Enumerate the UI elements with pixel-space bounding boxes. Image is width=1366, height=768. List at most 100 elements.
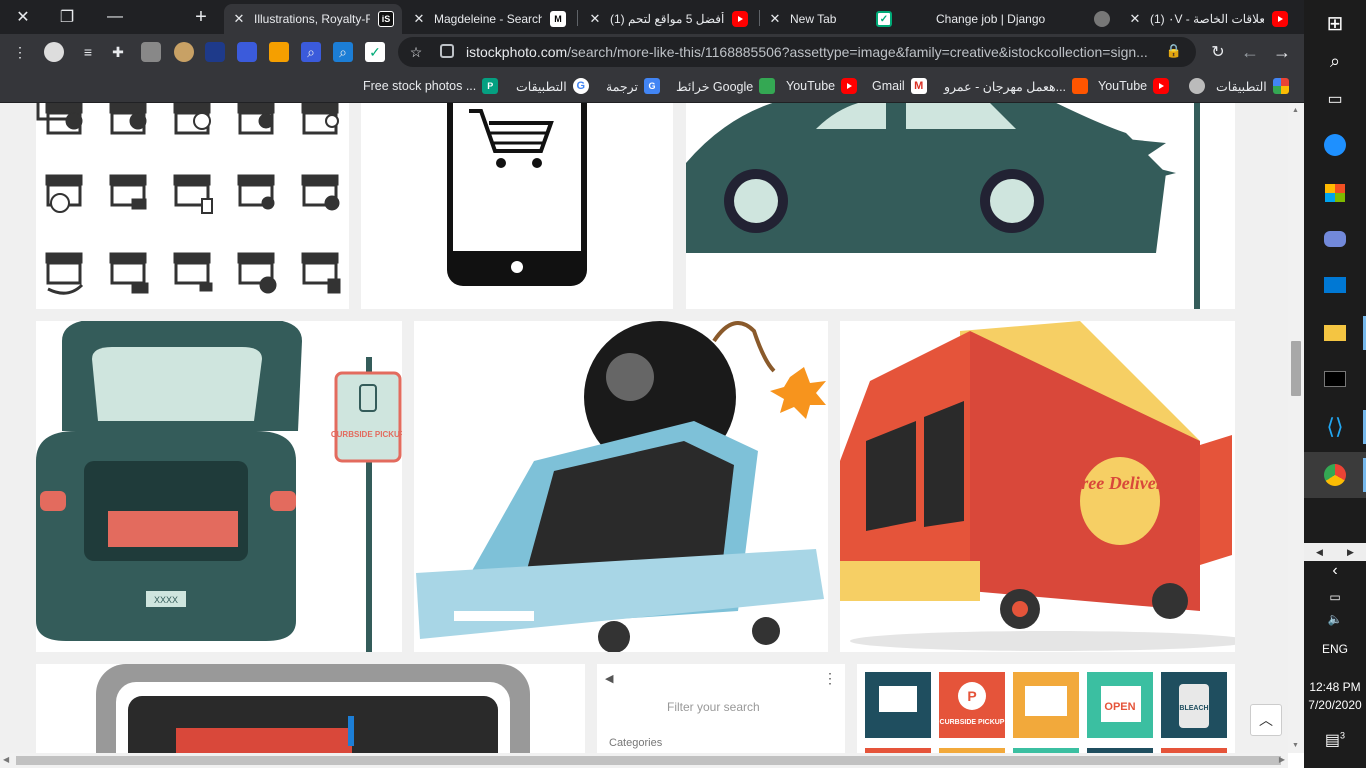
result-phone-cart[interactable] xyxy=(361,103,673,309)
task-view-icon[interactable]: ▭ xyxy=(1304,76,1366,122)
result-monitor[interactable] xyxy=(36,664,585,753)
open-sign-label: OPEN xyxy=(1104,701,1135,713)
scroll-to-top-button[interactable]: ︿ xyxy=(1250,704,1282,736)
result-bomb-car[interactable] xyxy=(414,321,828,652)
result-car-side[interactable] xyxy=(686,103,1235,309)
horizontal-scrollbar[interactable]: ◀ ▶ xyxy=(0,753,1288,768)
volume-icon[interactable]: 🔈 xyxy=(1304,612,1366,626)
mail-icon[interactable] xyxy=(1304,262,1366,308)
collapse-left-icon[interactable]: ◀ xyxy=(605,672,613,685)
tab-istock[interactable]: ✕ Illustrations, Royalty-Fr iS xyxy=(224,4,402,34)
checkbox-extension-icon[interactable]: ✓ xyxy=(365,42,385,62)
license-plate: XXXX xyxy=(154,595,178,605)
language-indicator[interactable]: ENG xyxy=(1304,642,1366,656)
back-icon[interactable]: ← xyxy=(1240,42,1260,62)
store-icon[interactable] xyxy=(1304,170,1366,216)
bookmark-free-stock[interactable]: Free stock photos ... P xyxy=(363,76,499,96)
battery-icon[interactable]: ▭ xyxy=(1304,590,1366,604)
tab-youtube-2[interactable]: ✕ (1) ٠V - العلاقات الخاصة xyxy=(1120,4,1296,34)
translate-icon: G xyxy=(644,78,661,94)
notification-count: 3 xyxy=(1340,730,1346,741)
close-icon[interactable]: ✕ xyxy=(232,11,246,27)
bookmark-apps-2[interactable]: التطبيقات G xyxy=(516,76,589,96)
scroll-left-icon[interactable]: ◀ xyxy=(3,755,9,764)
new-tab-button[interactable]: + xyxy=(178,0,224,34)
forward-icon[interactable]: → xyxy=(1272,42,1292,62)
bookmark-translate[interactable]: ترجمة G xyxy=(606,76,661,96)
bookmark-youtube[interactable]: YouTube xyxy=(1098,76,1206,96)
filter-search-input[interactable]: Filter your search xyxy=(667,700,760,714)
scroll-right-icon[interactable]: ▶ xyxy=(1279,755,1285,764)
tab-title: Change job | Django xyxy=(936,12,1046,26)
tab-youtube-1[interactable]: ✕ (1) أفضل 5 مواقع لتحم xyxy=(580,4,756,34)
bookmark-mahragan[interactable]: هعمل مهرجان - عمرو... xyxy=(944,76,1089,96)
result-store-icons[interactable] xyxy=(36,103,349,309)
notifications-icon[interactable]: ▤3 xyxy=(1304,730,1366,750)
result-delivery-truck[interactable]: Free Delivery xyxy=(840,321,1235,652)
window-close-button[interactable]: ✕ xyxy=(0,0,46,34)
cookie-extension-icon[interactable] xyxy=(174,42,194,62)
globe-favicon-icon xyxy=(1094,11,1110,27)
tab-title: (1) أفضل 5 مواقع لتحم xyxy=(610,12,724,26)
icon-tiles-illustration: P CURBSIDE PICKUP OPEN BLEACH xyxy=(865,672,1227,753)
close-icon[interactable]: ✕ xyxy=(768,11,782,27)
clock-time[interactable]: 12:48 PM xyxy=(1304,680,1366,694)
show-hidden-icons-icon[interactable]: ‹ xyxy=(1304,562,1366,580)
scroll-down-icon[interactable]: ▼ xyxy=(1292,742,1299,749)
tab-strip: ✕ ❐ — + ✕ Illustrations, Royalty-Fr iS ✕… xyxy=(0,0,1304,34)
close-icon[interactable]: ✕ xyxy=(412,11,426,27)
lock-icon: 🔒 xyxy=(1165,43,1182,58)
star-icon[interactable]: ☆ xyxy=(406,42,426,62)
file-explorer-icon[interactable] xyxy=(1304,310,1366,356)
extension-icon[interactable] xyxy=(269,42,289,62)
bookmark-apps[interactable]: التطبيقات xyxy=(1216,76,1289,96)
bookmark-google-maps[interactable]: خرائط Google xyxy=(676,76,776,96)
profile-avatar[interactable] xyxy=(44,42,64,62)
bookmarks-bar: التطبيقات YouTube هعمل مهرجان - عمرو... … xyxy=(0,70,1304,103)
tab-title: Magdeleine - Search xyxy=(434,12,542,26)
bomb-car-illustration xyxy=(416,321,826,652)
extension-icon[interactable] xyxy=(141,42,161,62)
extensions-puzzle-icon[interactable]: ✚ xyxy=(108,42,128,62)
tab-django[interactable]: Change job | Django xyxy=(928,4,1118,34)
vertical-scroll-thumb[interactable] xyxy=(1291,341,1301,396)
menu-kebab-icon[interactable]: ⋮ xyxy=(10,42,30,62)
tab-magdeleine[interactable]: ✕ Magdeleine - Search M xyxy=(404,4,574,34)
svg-text:P: P xyxy=(967,688,976,704)
bookmark-youtube-2[interactable]: YouTube xyxy=(786,76,858,96)
address-bar[interactable]: ☆ istockphoto.com/search/more-like-this/… xyxy=(398,37,1196,67)
site-info-icon[interactable] xyxy=(440,44,454,58)
extension-icon[interactable] xyxy=(237,42,257,62)
reload-icon[interactable]: ↻ xyxy=(1208,42,1228,62)
terminal-icon[interactable] xyxy=(1304,356,1366,402)
window-restore-button[interactable]: ❐ xyxy=(44,0,90,34)
close-icon[interactable]: ✕ xyxy=(1128,11,1142,27)
extension-icon[interactable] xyxy=(205,42,225,62)
search-extension-icon[interactable]: ⌕ xyxy=(333,42,353,62)
result-curbside-car[interactable]: XXXX CURBSIDE PICKUP xyxy=(36,321,402,652)
bookmark-gmail[interactable]: Gmail M xyxy=(872,76,927,96)
discord-icon[interactable] xyxy=(1304,216,1366,262)
curbside-car-illustration: XXXX CURBSIDE PICKUP xyxy=(36,321,402,652)
store-icons-illustration xyxy=(36,103,341,295)
youtube-icon xyxy=(1153,78,1170,94)
chrome-window: ✕ ❐ — + ✕ Illustrations, Royalty-Fr iS ✕… xyxy=(0,0,1304,768)
tab-title: (1) ٠V - العلاقات الخاصة xyxy=(1150,12,1264,26)
gmail-icon: M xyxy=(910,78,927,94)
scroll-up-icon[interactable]: ▲ xyxy=(1292,107,1299,114)
vertical-scrollbar[interactable]: ▲ ▼ xyxy=(1288,103,1304,753)
close-icon[interactable]: ✕ xyxy=(588,11,602,27)
result-icon-tiles[interactable]: P CURBSIDE PICKUP OPEN BLEACH xyxy=(857,664,1235,753)
window-minimize-button[interactable]: — xyxy=(92,0,138,34)
clock-date[interactable]: 7/20/2020 xyxy=(1304,698,1366,712)
youtube-favicon-icon xyxy=(732,11,748,27)
tab-new-tab[interactable]: ✕ New Tab ✓ xyxy=(760,4,900,34)
chrome-icon[interactable] xyxy=(1304,452,1366,498)
search-extension-icon[interactable]: ⌕ xyxy=(301,42,321,62)
edge-icon[interactable] xyxy=(1304,122,1366,168)
more-options-icon[interactable]: ⋮ xyxy=(823,670,837,687)
horizontal-scroll-thumb[interactable] xyxy=(16,756,1281,765)
vscode-icon[interactable]: ⟨⟩ xyxy=(1304,404,1366,450)
taskbar-scroll-arrows[interactable]: ◀ ▶ xyxy=(1304,543,1366,561)
reading-list-icon[interactable]: ≡ xyxy=(78,42,98,62)
